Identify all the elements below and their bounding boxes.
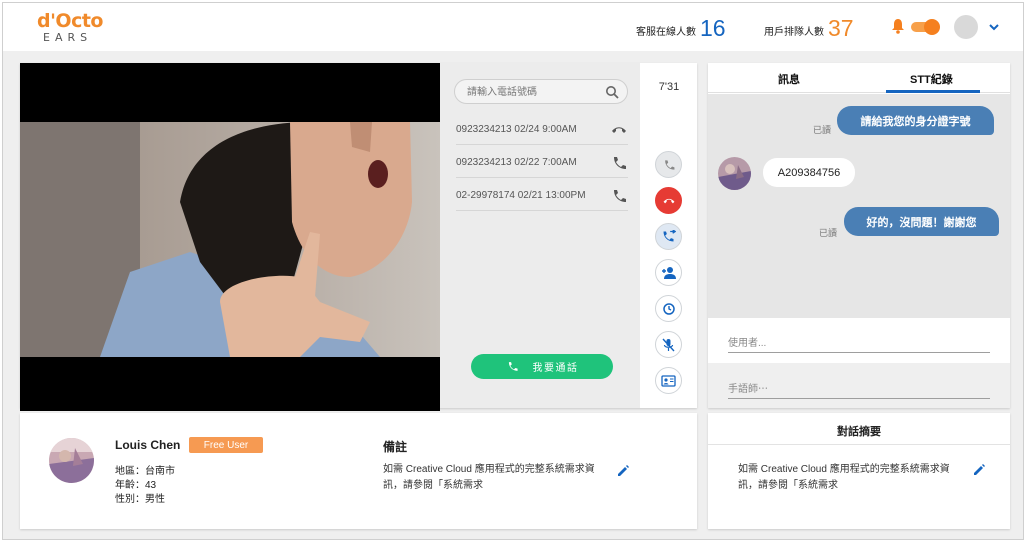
chevron-down-icon[interactable]: [987, 20, 1001, 34]
user-avatar[interactable]: [954, 15, 978, 39]
call-history-text: 0923234213 02/22 7:00AM: [456, 157, 577, 168]
agents-online-value: 16: [700, 15, 726, 41]
phone-icon: [508, 362, 518, 371]
read-receipt: 已讀: [819, 228, 838, 238]
call-history-panel: 0923234213 02/24 9:00AM 0923234213 02/22…: [440, 63, 640, 408]
chat-tabs: 訊息 STT紀錄: [708, 63, 1010, 93]
search-icon[interactable]: [605, 85, 619, 99]
transfer-call-icon: [663, 230, 676, 242]
video-frame-image: [20, 122, 440, 357]
call-history-item[interactable]: 0923234213 02/24 9:00AM: [456, 115, 628, 145]
call-card: 0923234213 02/24 9:00AM 0923234213 02/22…: [20, 63, 697, 411]
agents-online-label: 客服在線人數: [636, 27, 696, 38]
start-call-label: 我要通話: [532, 363, 579, 374]
read-receipt: 已讀: [813, 125, 832, 135]
call-history-text: 02-29978174 02/21 13:00PM: [456, 190, 586, 201]
active-tab-indicator: [886, 90, 980, 93]
hangup-icon[interactable]: [610, 123, 628, 137]
phone-search-input[interactable]: [467, 84, 597, 100]
hangup-icon: [663, 198, 674, 203]
customer-age: 年齡：43: [115, 480, 157, 491]
phone-icon: [664, 159, 674, 170]
message-list: 已讀 請給我您的身分證字號 A209384756 已讀 好的，沒問題！謝謝您: [708, 94, 1010, 318]
answer-button[interactable]: [655, 151, 682, 178]
agent-message-bubble: 好的，沒問題！謝謝您: [844, 207, 999, 236]
customer-region: 地區：台南市: [115, 466, 175, 477]
agents-online-stat: 客服在線人數 16: [636, 15, 726, 41]
interpreter-field-area: [708, 363, 1010, 408]
agent-message-bubble: 請給我您的身分證字號: [837, 106, 994, 135]
plan-badge: Free User: [189, 437, 263, 453]
logo[interactable]: d'Octo EARS: [37, 10, 107, 44]
start-call-button[interactable]: 我要通話: [471, 354, 613, 379]
phone-search: [454, 79, 628, 104]
chat-panel: 訊息 STT紀錄 已讀 請給我您的身分證字號 A209384756 已讀 好的，…: [708, 63, 1010, 408]
user-input[interactable]: [728, 334, 990, 353]
summary-text: 如需 Creative Cloud 應用程式的完整系統需求資訊，請參閱「系統需求: [738, 464, 950, 491]
user-message-bubble: A209384756: [763, 158, 855, 187]
summary-title: 對話摘要: [708, 413, 1010, 445]
tab-stt-record[interactable]: STT紀錄: [910, 71, 953, 87]
add-user-button[interactable]: [655, 259, 682, 286]
interpreter-input[interactable]: [728, 380, 990, 399]
mute-button[interactable]: [655, 331, 682, 358]
phone-icon[interactable]: [610, 189, 628, 203]
notes-title: 備註: [383, 440, 408, 454]
top-header: d'Octo EARS 客服在線人數 16 用戶排隊人數 37: [3, 3, 1023, 51]
toggle-knob: [924, 19, 940, 35]
interpreter-field: [728, 379, 990, 399]
queue-label: 用戶排隊人數: [764, 27, 824, 38]
call-controls: 7'31: [641, 63, 697, 408]
summary-card: 對話摘要 如需 Creative Cloud 應用程式的完整系統需求資訊，請參閱…: [708, 413, 1010, 529]
add-user-icon: [661, 267, 676, 279]
queue-value: 37: [828, 15, 854, 41]
call-timer: 7'31: [658, 81, 680, 93]
id-card-button[interactable]: [655, 367, 682, 394]
user-info-card: Louis Chen Free User 地區：台南市 年齡：43 性別：男性 …: [20, 413, 697, 529]
logo-sub-text: EARS: [43, 31, 93, 44]
logo-main-text: d'Octo: [37, 10, 103, 32]
queue-stat: 用戶排隊人數 37: [764, 15, 854, 41]
notes-text: 如需 Creative Cloud 應用程式的完整系統需求資訊，請參閱「系統需求: [383, 464, 595, 491]
call-history-item[interactable]: 0923234213 02/22 7:00AM: [456, 148, 628, 178]
bell-icon[interactable]: [891, 18, 905, 34]
call-history-item[interactable]: 02-29978174 02/21 13:00PM: [456, 181, 628, 211]
tab-messages[interactable]: 訊息: [778, 71, 800, 87]
customer-avatar: [49, 438, 94, 483]
user-field: [728, 333, 990, 353]
status-toggle[interactable]: [911, 19, 940, 35]
customer-name: Louis Chen: [115, 438, 181, 452]
phone-icon[interactable]: [610, 156, 628, 170]
user-avatar: [718, 157, 751, 190]
video-feed: [20, 63, 440, 411]
app-frame: d'Octo EARS 客服在線人數 16 用戶排隊人數 37 請輸入電話號碼 …: [2, 2, 1024, 540]
call-history-text: 0923234213 02/24 9:00AM: [456, 124, 577, 135]
transfer-call-button[interactable]: [655, 223, 682, 250]
history-icon: [662, 302, 675, 315]
edit-notes-icon[interactable]: [616, 464, 630, 478]
mic-off-icon: [662, 338, 675, 351]
hangup-button[interactable]: [655, 187, 682, 214]
id-card-icon: [661, 374, 676, 387]
history-button[interactable]: [655, 295, 682, 322]
edit-summary-icon[interactable]: [972, 463, 986, 477]
customer-gender: 性別：男性: [115, 494, 165, 505]
